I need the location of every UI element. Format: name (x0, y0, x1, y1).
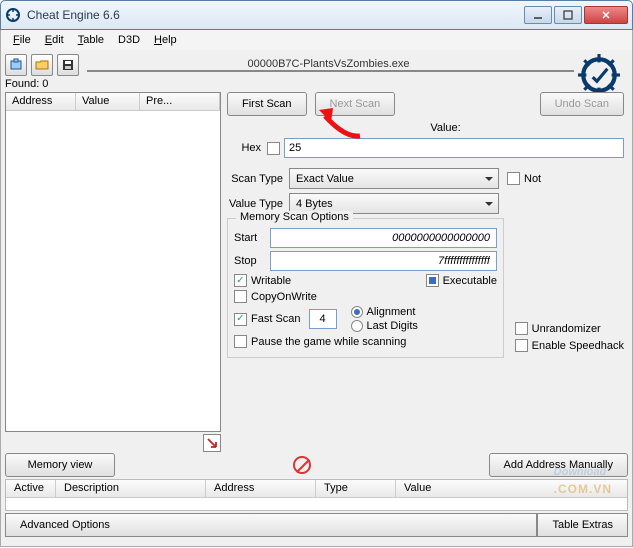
copyonwrite-checkbox[interactable] (234, 290, 247, 303)
close-button[interactable] (584, 6, 628, 24)
mem-group-title: Memory Scan Options (236, 211, 353, 223)
maximize-button[interactable] (554, 6, 582, 24)
title-bar: Cheat Engine 6.6 (0, 0, 633, 30)
first-scan-button[interactable]: First Scan (227, 92, 307, 116)
col-value[interactable]: Value (76, 93, 140, 110)
not-checkbox[interactable] (507, 172, 520, 185)
tcol-description[interactable]: Description (56, 480, 206, 497)
start-input[interactable] (270, 228, 497, 248)
value-type-label: Value Type (227, 198, 289, 210)
value-input[interactable] (284, 138, 624, 158)
copyonwrite-label: CopyOnWrite (251, 291, 317, 303)
memory-scan-options-group: Memory Scan Options Start Stop Writable … (227, 218, 504, 358)
app-icon (5, 7, 21, 23)
add-address-manually-button[interactable]: Add Address Manually (489, 453, 628, 477)
menu-file[interactable]: File (7, 32, 37, 48)
cheat-table[interactable]: Active Description Address Type Value (5, 479, 628, 511)
tcol-type[interactable]: Type (316, 480, 396, 497)
fastscan-input[interactable] (309, 309, 337, 329)
hex-checkbox[interactable] (267, 142, 280, 155)
save-button[interactable] (57, 54, 79, 76)
menu-table[interactable]: Table (72, 32, 110, 48)
fastscan-checkbox[interactable] (234, 313, 247, 326)
unrandomizer-checkbox[interactable] (515, 322, 528, 335)
address-list[interactable]: Address Value Pre... (5, 92, 221, 432)
menu-help[interactable]: Help (148, 32, 183, 48)
table-extras-button[interactable]: Table Extras (537, 513, 628, 537)
menu-d3d[interactable]: D3D (112, 32, 146, 48)
content-area: 00000B7C-PlantsVsZombies.exe Settings Fo… (0, 50, 633, 547)
start-label: Start (234, 232, 270, 244)
found-count-label: Found: 0 (5, 78, 628, 90)
pause-label: Pause the game while scanning (251, 336, 406, 348)
col-previous[interactable]: Pre... (140, 93, 220, 110)
address-list-header: Address Value Pre... (6, 93, 220, 111)
not-label: Not (524, 173, 541, 185)
lastdigits-radio[interactable] (351, 320, 363, 332)
open-process-button[interactable] (5, 54, 27, 76)
lastdigits-label: Last Digits (367, 320, 418, 332)
hex-label: Hex (227, 142, 267, 154)
memory-view-button[interactable]: Memory view (5, 453, 115, 477)
add-to-list-button[interactable] (203, 434, 221, 452)
scan-type-select[interactable]: Exact Value (289, 168, 499, 189)
fastscan-label: Fast Scan (251, 313, 301, 325)
open-file-button[interactable] (31, 54, 53, 76)
writable-label: Writable (251, 275, 291, 287)
executable-checkbox[interactable] (426, 274, 439, 287)
tcol-address[interactable]: Address (206, 480, 316, 497)
writable-checkbox[interactable] (234, 274, 247, 287)
unrandomizer-label: Unrandomizer (532, 323, 601, 335)
next-scan-button[interactable]: Next Scan (315, 92, 396, 116)
col-address[interactable]: Address (6, 93, 76, 110)
menu-bar: File Edit Table D3D Help (0, 30, 633, 50)
no-entry-icon[interactable] (293, 456, 311, 474)
stop-label: Stop (234, 255, 270, 267)
tcol-active[interactable]: Active (6, 480, 56, 497)
menu-edit[interactable]: Edit (39, 32, 70, 48)
stop-input[interactable] (270, 251, 497, 271)
minimize-button[interactable] (524, 6, 552, 24)
advanced-options-button[interactable]: Advanced Options (5, 513, 537, 537)
value-label: Value: (430, 122, 460, 134)
window-title: Cheat Engine 6.6 (27, 8, 524, 22)
process-name-label: 00000B7C-PlantsVsZombies.exe (83, 58, 574, 70)
pause-checkbox[interactable] (234, 335, 247, 348)
alignment-label: Alignment (367, 306, 416, 318)
speedhack-checkbox[interactable] (515, 339, 528, 352)
speedhack-label: Enable Speedhack (532, 340, 624, 352)
executable-label: Executable (443, 275, 497, 287)
alignment-radio[interactable] (351, 306, 363, 318)
undo-scan-button[interactable]: Undo Scan (540, 92, 624, 116)
progress-bar (87, 70, 574, 72)
scan-type-label: Scan Type (227, 173, 289, 185)
tcol-value[interactable]: Value (396, 480, 627, 497)
gear-logo-icon (578, 54, 620, 96)
